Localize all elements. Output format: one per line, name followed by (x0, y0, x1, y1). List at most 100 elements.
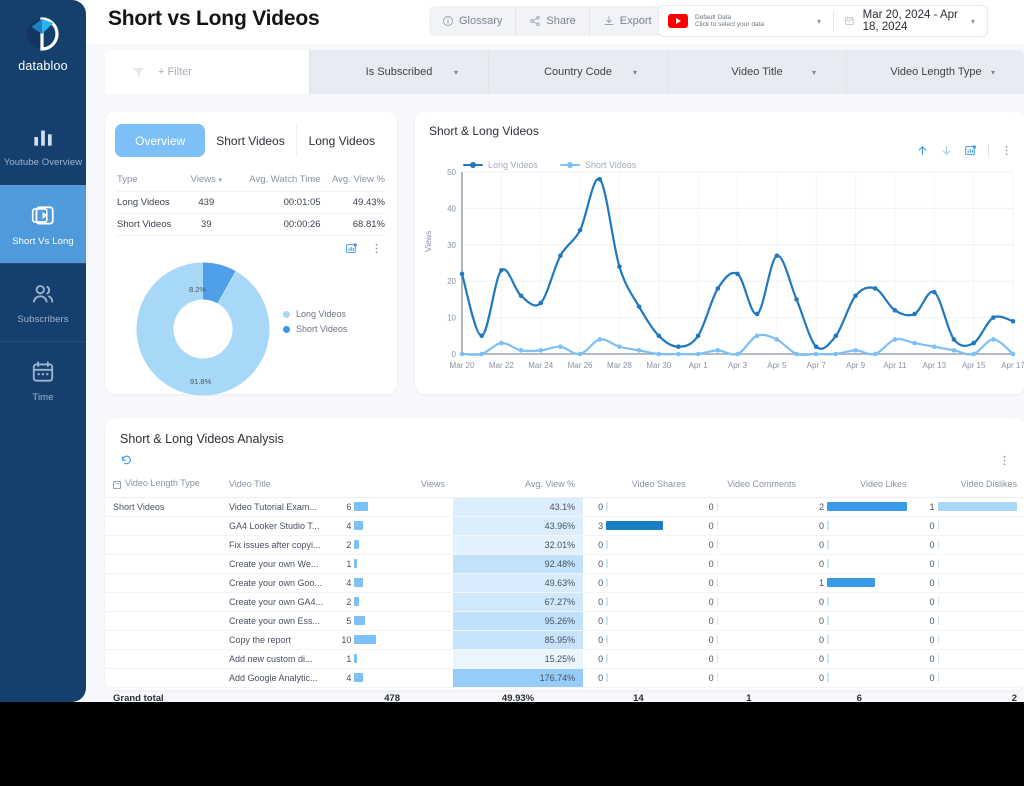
data-point[interactable] (754, 311, 760, 317)
col-video-length-type[interactable]: − Video Length Type (105, 474, 221, 498)
data-point[interactable] (813, 344, 819, 350)
data-point[interactable] (656, 351, 662, 357)
data-source-selector[interactable]: Default Data Click to select your data (659, 14, 817, 29)
arrow-down-icon[interactable] (940, 144, 953, 157)
kebab-menu-icon[interactable] (370, 242, 383, 255)
data-point[interactable] (715, 286, 721, 291)
share-button[interactable]: Share (516, 6, 590, 36)
data-point[interactable] (931, 289, 937, 295)
data-point[interactable] (794, 351, 799, 357)
sidebar-item-short-vs-long[interactable]: Short Vs Long (0, 185, 86, 263)
col-avg-view-pct[interactable]: Avg. View % (320, 171, 385, 192)
kebab-menu-icon[interactable] (1000, 144, 1013, 157)
data-point[interactable] (558, 253, 563, 259)
data-point[interactable] (499, 267, 504, 273)
col-views[interactable]: Views (331, 474, 453, 498)
data-point[interactable] (676, 344, 681, 350)
col-avg-watch-time[interactable]: Avg. Watch Time (231, 171, 321, 192)
data-point[interactable] (774, 337, 780, 342)
undo-icon[interactable] (120, 454, 133, 467)
table-row[interactable]: GA4 Looker Studio T... 4 43.96% 3 0 0 0 (105, 516, 1024, 536)
table-row[interactable]: Create your own We... 1 92.48% 0 0 0 0 (105, 554, 1024, 574)
data-point[interactable] (912, 340, 917, 346)
sidebar-item-subscribers[interactable]: Subscribers (0, 263, 86, 341)
col-avg-view-pct[interactable]: Avg. View % (452, 474, 584, 498)
data-point[interactable] (912, 311, 917, 317)
date-range-caret-icon[interactable]: ▾ (971, 17, 975, 26)
data-point[interactable] (735, 271, 740, 277)
brand-logo[interactable]: databloo (18, 14, 68, 73)
col-type[interactable]: Type (117, 171, 182, 192)
kebab-menu-icon[interactable] (998, 454, 1011, 467)
data-source-caret-icon[interactable]: ▾ (817, 17, 821, 26)
tab-long-videos[interactable]: Long Videos (297, 124, 387, 157)
col-video-comments[interactable]: Video Comments (693, 474, 805, 498)
data-point[interactable] (558, 344, 563, 350)
data-point[interactable] (715, 348, 721, 353)
collapse-group-icon[interactable]: − (113, 480, 121, 489)
col-video-shares[interactable]: Video Shares (583, 474, 694, 498)
data-point[interactable] (577, 227, 583, 233)
data-point[interactable] (656, 333, 662, 339)
table-row[interactable]: Short Videos Video Tutorial Exam... 6 43.1%… (105, 497, 1024, 517)
table-row[interactable]: Short Videos 39 00:00:26 68.81% (117, 213, 385, 236)
export-button[interactable]: Export (590, 6, 665, 36)
data-point[interactable] (991, 337, 996, 342)
table-row[interactable]: Copy the report 10 85.95% 0 0 0 0 (105, 630, 1024, 650)
filter-video-title[interactable]: Video Title ▾ (668, 50, 847, 94)
table-row[interactable]: Add Google Analytic... 4 176.74% 0 0 0 0 (105, 668, 1024, 688)
data-point[interactable] (931, 344, 937, 350)
data-point[interactable] (794, 297, 799, 302)
data-point[interactable] (499, 340, 504, 346)
data-point[interactable] (479, 351, 484, 357)
data-point[interactable] (617, 264, 622, 269)
data-point[interactable] (892, 337, 898, 342)
col-video-likes[interactable]: Video Likes (804, 474, 915, 498)
data-point[interactable] (459, 351, 465, 357)
table-row[interactable]: Add new custom di... 1 15.25% 0 0 0 0 (105, 649, 1024, 669)
filter-is-subscribed[interactable]: Is Subscribed ▾ (310, 50, 489, 94)
donut-chart[interactable]: 8.2% 91.8% (133, 259, 273, 399)
col-video-dislikes[interactable]: Video Dislikes (914, 474, 1024, 498)
data-point[interactable] (617, 344, 622, 350)
table-row[interactable]: Long Videos 439 00:01:05 49.43% (117, 191, 385, 214)
data-point[interactable] (518, 348, 524, 353)
data-point[interactable] (971, 340, 976, 346)
data-point[interactable] (538, 348, 544, 353)
data-point[interactable] (971, 351, 976, 357)
data-point[interactable] (597, 176, 603, 182)
table-row[interactable]: Create your own GA4... 2 67.27% 0 0 0 0 (105, 592, 1024, 612)
data-point[interactable] (636, 348, 642, 353)
data-point[interactable] (538, 300, 544, 306)
data-point[interactable] (991, 315, 996, 320)
col-views[interactable]: Views ▾ (181, 171, 232, 192)
data-point[interactable] (872, 286, 878, 291)
data-point[interactable] (636, 304, 642, 309)
data-point[interactable] (951, 337, 957, 342)
chart-export-icon[interactable] (345, 242, 358, 255)
data-point[interactable] (853, 293, 858, 299)
data-point[interactable] (1010, 351, 1016, 357)
sidebar-item-youtube-overview[interactable]: Youtube Overview (0, 107, 86, 185)
line-chart-plot[interactable]: 0 10 20 30 40 50 Mar 20 Mar 22 Mar 24 Mar 26 Mar 2… (415, 164, 1024, 394)
data-point[interactable] (735, 351, 740, 357)
glossary-button[interactable]: Glossary (429, 6, 517, 36)
data-point[interactable] (676, 351, 681, 357)
table-row[interactable]: Fix issues after copyi... 2 32.01% 0 0 0 0 (105, 535, 1024, 555)
data-point[interactable] (813, 351, 819, 357)
data-point[interactable] (754, 333, 760, 339)
data-point[interactable] (695, 333, 701, 339)
tab-overview[interactable]: Overview (115, 124, 206, 157)
data-point[interactable] (459, 271, 465, 277)
data-point[interactable] (833, 351, 839, 357)
data-point[interactable] (892, 308, 898, 313)
table-row[interactable]: Create your own Goo... 4 49.63% 0 0 1 0 (105, 573, 1024, 593)
data-point[interactable] (774, 253, 780, 259)
data-point[interactable] (479, 333, 484, 339)
data-point[interactable] (597, 337, 603, 342)
chart-export-icon[interactable] (964, 144, 977, 157)
data-point[interactable] (951, 348, 957, 353)
filter-country-code[interactable]: Country Code ▾ (489, 50, 668, 94)
data-point[interactable] (518, 293, 524, 299)
data-point[interactable] (853, 348, 858, 353)
